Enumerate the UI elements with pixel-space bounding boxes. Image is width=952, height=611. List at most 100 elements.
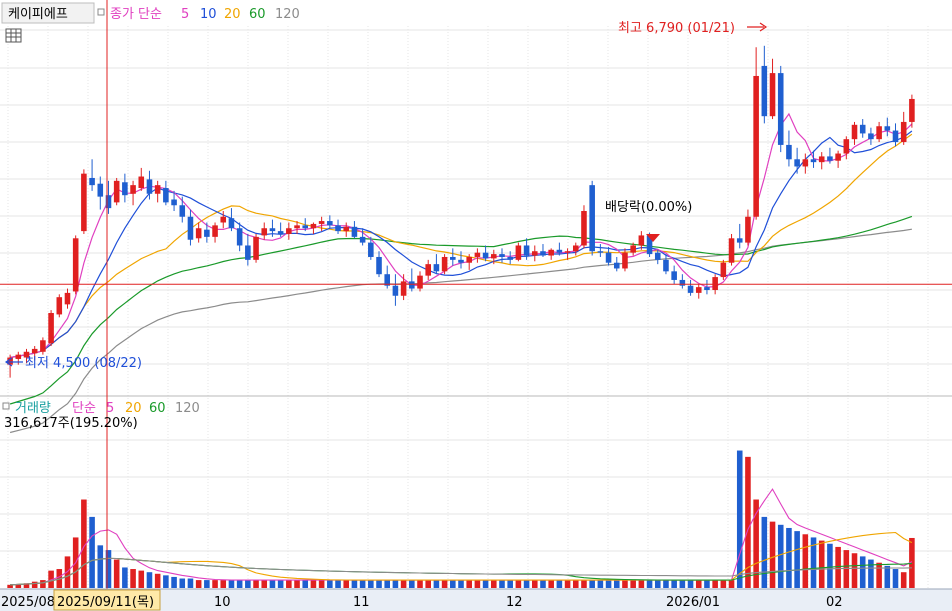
volume-bar [351,580,358,588]
table-icon[interactable] [5,28,22,43]
volume-bar [343,580,350,588]
candle-body [695,287,702,293]
candle-body [228,218,235,229]
candle-body [654,252,661,260]
candle-body [113,180,120,203]
volume-bar [458,580,464,588]
low-annotation: 최저 4,500 (08/22) [25,356,142,371]
volume-bar [450,580,456,588]
volume-bar [876,562,882,588]
candle-body [400,281,407,296]
volume-bar [187,578,194,588]
volume-chart-area[interactable] [7,450,915,588]
candle-body [236,228,243,246]
volume-bar [531,580,538,588]
volume-ma-5-line [10,488,913,586]
candle-body [195,228,202,239]
volume-bar [515,580,522,588]
candle-body [630,245,636,253]
ma-120-label: 120 [275,7,300,22]
volume-bar [253,580,259,588]
candle-body [294,225,300,229]
candle-body [212,225,218,237]
candle-body [613,262,620,269]
candle-body [466,256,472,263]
volume-bar [728,580,735,588]
candle-body [31,348,38,354]
x-label-2025-08: 2025/08 [1,595,55,610]
candle-body [679,279,686,286]
stock-name[interactable]: 케이피에프 [8,7,68,22]
candle-body [409,281,415,289]
candle-body [638,235,645,246]
volume-bar [236,580,243,588]
price-chart-area[interactable] [9,112,913,434]
candle-body [876,126,882,140]
candle-body [868,133,874,140]
volume-bar [195,580,202,588]
candle-body [48,312,54,344]
cursor-date-label: 2025/09/11(목) [57,595,154,610]
volume-bar [384,580,391,588]
x-label-11: 11 [353,595,370,610]
candle-body [704,287,710,291]
overlays [0,0,952,589]
volume-bar [318,580,325,588]
candle-body [458,259,464,263]
volume-bar [777,524,784,588]
volume-bar [712,580,718,588]
grid [0,26,952,588]
candle-body [163,188,169,203]
volume-bar [605,580,612,588]
candle-body [761,65,768,117]
candle-body [581,211,587,246]
candle-body [351,226,358,237]
ma-60-label: 60 [249,7,266,22]
candle-body [138,176,145,189]
volume-bar [794,531,800,588]
volume-bar [171,576,177,588]
ma-20-label: 20 [224,7,241,22]
candle-body [572,245,579,252]
volume-bar [376,580,382,588]
candle-body [392,285,399,296]
stock-chart[interactable]: 케이피에프 종가 단순 5 10 20 60 120 최고 6,790 (01/… [0,0,952,611]
candle-body [56,297,63,315]
volume-bar [441,580,448,588]
volume-bar [31,581,38,588]
candle-body [794,159,800,167]
candle-body [482,252,489,259]
candle-body [818,156,825,163]
candle-body [343,226,350,232]
candle-body [40,340,46,352]
candle-body [441,256,448,272]
volume-bar [695,580,702,588]
candle-body [72,238,79,292]
candle-body [507,256,513,260]
volume-bar [368,580,374,588]
volume-bar [417,580,423,588]
candle-body [810,159,817,163]
candle-body [851,124,858,140]
candle-body [556,249,563,253]
volume-bar [769,521,776,588]
volume-bar [294,580,300,588]
candle-body [540,251,546,256]
volume-bar [113,559,120,588]
candle-body [253,236,259,260]
volume-bar [335,580,341,588]
candle-body [146,179,153,194]
volume-bar [400,580,407,588]
candle-body [753,75,759,217]
volume-bar [269,580,276,588]
volume-bar [654,580,661,588]
volume-bar [589,580,595,588]
volume-bar [146,572,153,588]
volume-bar [97,545,104,588]
volume-bar [818,540,825,588]
candle-body [425,264,431,276]
volume-bar [359,580,366,588]
volume-bar [220,580,227,588]
ma-10-line [9,130,913,359]
volume-bar [286,580,292,588]
